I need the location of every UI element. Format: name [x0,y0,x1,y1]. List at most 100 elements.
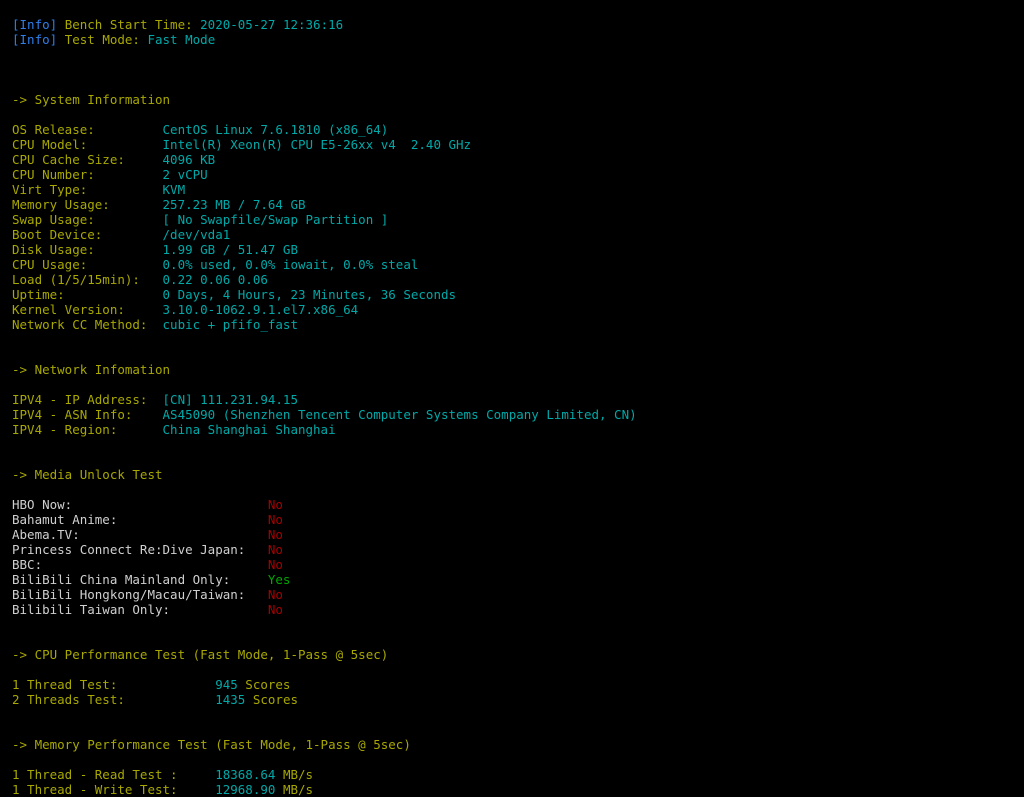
row-value: Intel(R) Xeon(R) CPU E5-26xx v4 2.40 GHz [162,137,472,152]
data-row: Network CC Method: cubic + pfifo_fast [12,317,1024,332]
section-heading: -> Network Infomation [12,362,1024,377]
row-value: 12968.90 [215,782,276,797]
row-unit: Scores [237,677,291,692]
data-row: Swap Usage: [ No Swapfile/Swap Partition… [12,212,1024,227]
row-label: 1 Thread - Read Test : [12,767,216,782]
data-row: Abema.TV: No [12,527,1024,542]
data-row: CPU Cache Size: 4096 KB [12,152,1024,167]
info-line: [Info] Bench Start Time: 2020-05-27 12:3… [12,17,1024,32]
terminal-output: [Info] Bench Start Time: 2020-05-27 12:3… [0,0,1024,797]
row-value: 0 Days, 4 Hours, 23 Minutes, 36 Seconds [162,287,457,302]
row-value: CentOS Linux 7.6.1810 (x86_64) [162,122,389,137]
info-line: [Info] Test Mode: Fast Mode [12,32,1024,47]
row-value: [CN] 111.231.94.15 [162,392,298,407]
row-label: Disk Usage: [12,242,163,257]
row-value: 257.23 MB / 7.64 GB [162,197,306,212]
row-label: Kernel Version: [12,302,163,317]
row-label: Bahamut Anime: [12,512,268,527]
info-label: Bench Start Time: [64,17,201,32]
row-label: Abema.TV: [12,527,268,542]
data-row: Princess Connect Re:Dive Japan: No [12,542,1024,557]
row-value: 2 vCPU [162,167,208,182]
section-heading: -> Memory Performance Test (Fast Mode, 1… [12,737,1024,752]
row-label: Virt Type: [12,182,163,197]
data-row: IPV4 - IP Address: [CN] 111.231.94.15 [12,392,1024,407]
row-value: 1435 [215,692,246,707]
data-row: Bahamut Anime: No [12,512,1024,527]
row-value: cubic + pfifo_fast [162,317,298,332]
row-unit: MB/s [275,782,314,797]
info-tag: [Info] [12,17,65,32]
data-row: Load (1/5/15min): 0.22 0.06 0.06 [12,272,1024,287]
info-value: Fast Mode [147,32,216,47]
row-label: Load (1/5/15min): [12,272,163,287]
section-heading-text: -> System Information [12,92,171,107]
data-row: Kernel Version: 3.10.0-1062.9.1.el7.x86_… [12,302,1024,317]
row-label: BBC: [12,557,268,572]
data-row: Bilibili Taiwan Only: No [12,602,1024,617]
row-label: Uptime: [12,287,163,302]
data-row: BiliBili Hongkong/Macau/Taiwan: No [12,587,1024,602]
data-row: Boot Device: /dev/vda1 [12,227,1024,242]
row-label: HBO Now: [12,497,268,512]
row-label: OS Release: [12,122,163,137]
data-row: Uptime: 0 Days, 4 Hours, 23 Minutes, 36 … [12,287,1024,302]
row-value: No [267,557,283,572]
row-label: Boot Device: [12,227,163,242]
row-value: No [267,527,283,542]
row-label: CPU Usage: [12,257,163,272]
row-label: CPU Cache Size: [12,152,163,167]
data-row: Disk Usage: 1.99 GB / 51.47 GB [12,242,1024,257]
row-unit: MB/s [275,767,314,782]
row-label: Memory Usage: [12,197,163,212]
section-heading-text: -> Media Unlock Test [12,467,163,482]
row-value: No [267,587,283,602]
row-value: AS45090 (Shenzhen Tencent Computer Syste… [162,407,637,422]
data-row: CPU Usage: 0.0% used, 0.0% iowait, 0.0% … [12,257,1024,272]
data-row: CPU Model: Intel(R) Xeon(R) CPU E5-26xx … [12,137,1024,152]
row-value: KVM [162,182,186,197]
data-row: 1 Thread Test: 945 Scores [12,677,1024,692]
row-label: Princess Connect Re:Dive Japan: [12,542,268,557]
row-value: 1.99 GB / 51.47 GB [162,242,298,257]
data-row: 1 Thread - Read Test : 18368.64 MB/s [12,767,1024,782]
info-label: Test Mode: [64,32,148,47]
row-value: 4096 KB [162,152,216,167]
row-value: No [267,497,283,512]
row-value: No [267,512,283,527]
row-value: 0.0% used, 0.0% iowait, 0.0% steal [162,257,419,272]
row-value: 3.10.0-1062.9.1.el7.x86_64 [162,302,359,317]
row-value: 0.22 0.06 0.06 [162,272,268,287]
data-row: 2 Threads Test: 1435 Scores [12,692,1024,707]
info-value: 2020-05-27 12:36:16 [200,17,344,32]
data-row: Virt Type: KVM [12,182,1024,197]
row-label: IPV4 - IP Address: [12,392,163,407]
row-label: IPV4 - ASN Info: [12,407,163,422]
data-row: 1 Thread - Write Test: 12968.90 MB/s [12,782,1024,797]
row-label: 1 Thread Test: [12,677,216,692]
row-value: No [267,542,283,557]
data-row: Memory Usage: 257.23 MB / 7.64 GB [12,197,1024,212]
row-label: Network CC Method: [12,317,163,332]
section-heading: -> CPU Performance Test (Fast Mode, 1-Pa… [12,647,1024,662]
section-heading-text: -> CPU Performance Test (Fast Mode, 1-Pa… [12,647,389,662]
row-label: BiliBili Hongkong/Macau/Taiwan: [12,587,268,602]
section-heading-text: -> Memory Performance Test (Fast Mode, 1… [12,737,411,752]
row-value: China Shanghai Shanghai [162,422,336,437]
row-label: BiliBili China Mainland Only: [12,572,268,587]
data-row: BiliBili China Mainland Only: Yes [12,572,1024,587]
data-row: IPV4 - ASN Info: AS45090 (Shenzhen Tence… [12,407,1024,422]
section-heading-text: -> Network Infomation [12,362,171,377]
row-value: 945 [215,677,238,692]
data-row: CPU Number: 2 vCPU [12,167,1024,182]
row-value: No [267,602,283,617]
